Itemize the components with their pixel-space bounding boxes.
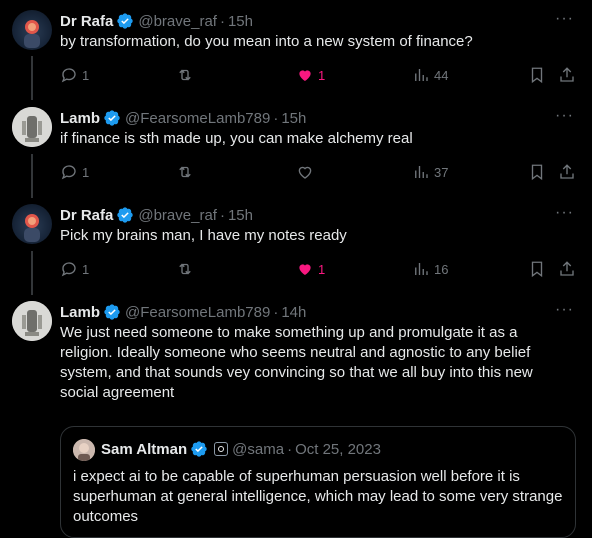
- retweet-button[interactable]: [176, 66, 198, 84]
- retweet-icon: [179, 263, 191, 275]
- tweet[interactable]: Lamb @FearsomeLamb789 · 14h ··· We just …: [0, 301, 592, 538]
- tweet-header: Dr Rafa @brave_raf · 15h: [60, 205, 253, 225]
- retweet-icon: [179, 69, 191, 81]
- like-count: 1: [318, 67, 326, 83]
- quote-avatar: [73, 439, 95, 461]
- tweet-header: Dr Rafa @brave_raf · 15h: [60, 11, 253, 31]
- separator: ·: [219, 12, 225, 30]
- separator: ·: [273, 109, 279, 127]
- author-handle[interactable]: @FearsomeLamb789: [125, 110, 270, 127]
- author-name[interactable]: Lamb: [60, 304, 100, 321]
- quote-author-handle[interactable]: @sama: [232, 441, 284, 458]
- tweet[interactable]: Dr Rafa @brave_raf · 15h ··· Pick my bra…: [0, 204, 592, 290]
- reply-icon: [61, 68, 76, 83]
- reply-count: 1: [82, 67, 90, 83]
- avatar[interactable]: [12, 10, 52, 50]
- share-icon: [560, 261, 574, 276]
- avatar[interactable]: [12, 107, 52, 147]
- reply-button[interactable]: 1: [60, 260, 89, 278]
- verified-badge-icon: [190, 440, 208, 458]
- verified-badge-icon: [116, 12, 134, 30]
- author-name[interactable]: Lamb: [60, 110, 100, 127]
- author-name[interactable]: Dr Rafa: [60, 207, 113, 224]
- more-icon[interactable]: ···: [555, 10, 574, 28]
- like-count: 1: [318, 261, 326, 277]
- bookmark-icon: [531, 261, 543, 278]
- timestamp[interactable]: 15h: [228, 13, 253, 30]
- quoted-tweet[interactable]: Sam Altman @sama · Oct 25, 2023 i expect…: [60, 426, 576, 538]
- tweet-text: We just need someone to make something u…: [60, 324, 533, 401]
- views-icon: [415, 263, 428, 275]
- share-button[interactable]: [558, 260, 580, 278]
- heart-icon: [298, 166, 312, 179]
- reply-count: 1: [82, 261, 90, 277]
- tweet[interactable]: Dr Rafa @brave_raf · 15h ··· by transfor…: [0, 10, 592, 96]
- retweet-button[interactable]: [176, 260, 198, 278]
- quote-header: Sam Altman @sama · Oct 25, 2023: [101, 440, 381, 458]
- like-button[interactable]: 1: [296, 66, 325, 84]
- tweet-text: Pick my brains man, I have my notes read…: [60, 227, 347, 244]
- reply-count: 1: [82, 164, 90, 180]
- reply-button[interactable]: 1: [60, 66, 89, 84]
- heart-icon: [299, 264, 311, 275]
- views-button[interactable]: 37: [412, 163, 448, 181]
- more-icon[interactable]: ···: [555, 301, 574, 319]
- bookmark-icon: [531, 67, 543, 84]
- separator: ·: [219, 206, 225, 224]
- quote-author-name[interactable]: Sam Altman: [101, 441, 187, 458]
- action-bar: 1 1 44: [60, 66, 580, 86]
- reply-icon: [61, 165, 76, 180]
- separator: ·: [287, 440, 293, 458]
- author-handle[interactable]: @FearsomeLamb789: [125, 304, 270, 321]
- verified-badge-icon: [116, 206, 134, 224]
- bookmark-button[interactable]: [528, 66, 550, 84]
- author-name[interactable]: Dr Rafa: [60, 13, 113, 30]
- share-icon: [560, 164, 574, 179]
- verified-badge-icon: [103, 303, 121, 321]
- views-icon: [415, 166, 428, 178]
- reply-button[interactable]: 1: [60, 163, 89, 181]
- heart-icon: [299, 70, 311, 81]
- action-bar: 1 1 16: [60, 260, 580, 280]
- quote-timestamp[interactable]: Oct 25, 2023: [295, 441, 381, 458]
- verified-badge-icon: [103, 109, 121, 127]
- avatar[interactable]: [12, 301, 52, 341]
- tweet[interactable]: Lamb @FearsomeLamb789 · 15h ··· if finan…: [0, 107, 592, 193]
- timestamp[interactable]: 14h: [281, 304, 306, 321]
- like-button[interactable]: [296, 163, 318, 181]
- share-button[interactable]: [558, 163, 580, 181]
- action-bar: 1 37: [60, 163, 580, 183]
- quote-text: i expect ai to be capable of superhuman …: [73, 468, 563, 525]
- affiliate-badge-icon: [214, 442, 229, 456]
- tweet-text: by transformation, do you mean into a ne…: [60, 33, 473, 50]
- like-button[interactable]: 1: [296, 260, 325, 278]
- retweet-icon: [179, 166, 191, 178]
- views-count: 44: [434, 67, 449, 83]
- author-handle[interactable]: @brave_raf: [138, 13, 217, 30]
- bookmark-button[interactable]: [528, 260, 550, 278]
- more-icon[interactable]: ···: [555, 107, 574, 125]
- share-button[interactable]: [558, 66, 580, 84]
- views-button[interactable]: 44: [412, 66, 448, 84]
- bookmark-button[interactable]: [528, 163, 550, 181]
- tweet-header: Lamb @FearsomeLamb789 · 15h: [60, 108, 306, 128]
- separator: ·: [273, 303, 279, 321]
- tweet-text: if finance is sth made up, you can make …: [60, 130, 413, 147]
- more-icon[interactable]: ···: [555, 204, 574, 222]
- share-icon: [560, 67, 574, 82]
- views-button[interactable]: 16: [412, 260, 448, 278]
- views-count: 16: [434, 261, 449, 277]
- retweet-button[interactable]: [176, 163, 198, 181]
- bookmark-icon: [531, 164, 543, 181]
- avatar[interactable]: [12, 204, 52, 244]
- views-icon: [415, 69, 428, 81]
- author-handle[interactable]: @brave_raf: [138, 207, 217, 224]
- tweet-header: Lamb @FearsomeLamb789 · 14h: [60, 302, 306, 322]
- timestamp[interactable]: 15h: [281, 110, 306, 127]
- timestamp[interactable]: 15h: [228, 207, 253, 224]
- views-count: 37: [434, 164, 449, 180]
- reply-icon: [61, 262, 76, 277]
